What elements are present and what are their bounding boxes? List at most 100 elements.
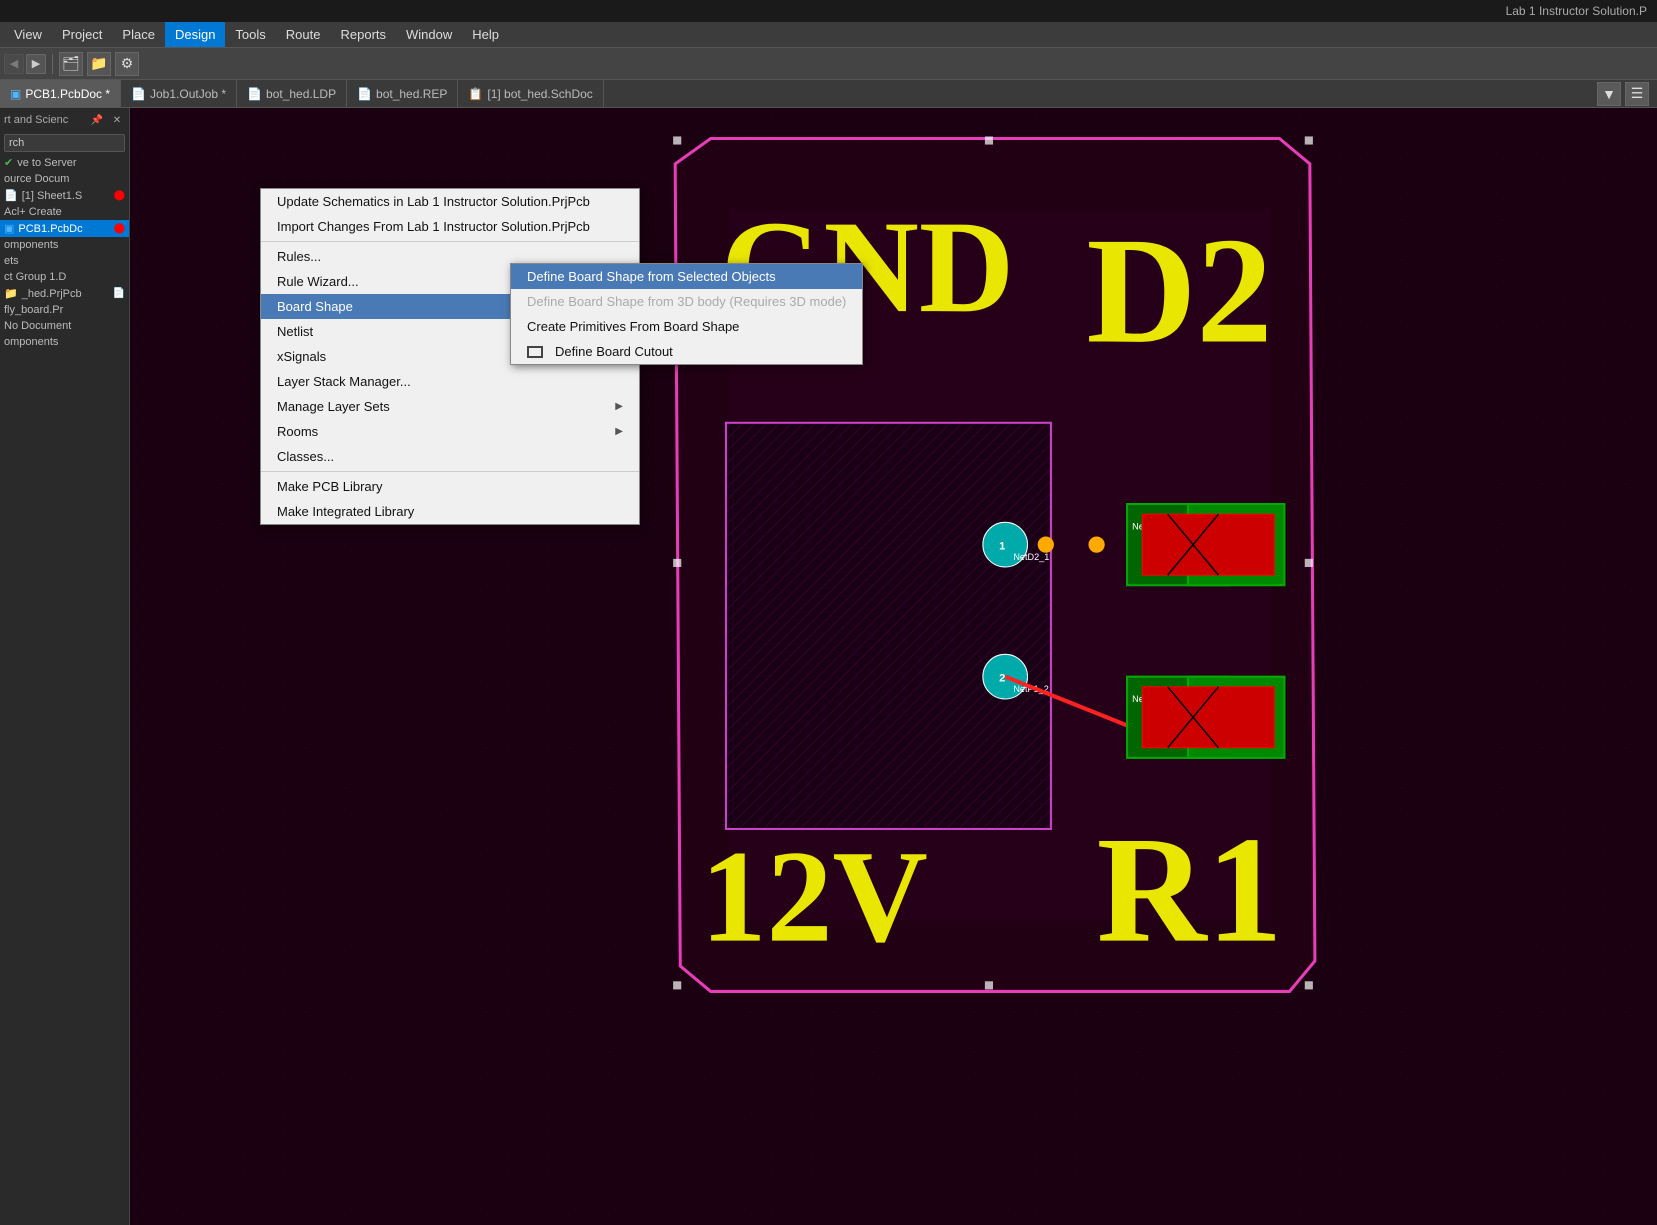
svg-text:NetD2_1: NetD2_1 — [1013, 552, 1049, 562]
source-doc-label: ource Docum — [4, 173, 69, 185]
import-changes-label: Import Changes From Lab 1 Instructor Sol… — [277, 219, 590, 234]
nav-arrows: ◀ ▶ — [4, 54, 46, 74]
submenu-define-from-selected[interactable]: Define Board Shape from Selected Objects — [511, 264, 862, 289]
no-doc-label: No Document — [4, 320, 71, 332]
menu-reports[interactable]: Reports — [330, 22, 396, 47]
group-label: ct Group 1.D — [4, 271, 66, 283]
job-icon: 📄 — [131, 87, 146, 101]
nets-label: ets — [4, 255, 19, 267]
title-bar: Lab 1 Instructor Solution.P — [0, 0, 1657, 22]
tab-schdoc-label: [1] bot_hed.SchDoc — [487, 87, 592, 101]
tab-pcb1-label: PCB1.PcbDoc * — [25, 87, 110, 101]
panel-item-hed-prjpcb[interactable]: 📁 _hed.PrjPcb 📄 — [0, 285, 129, 302]
panel-close[interactable]: ✕ — [109, 112, 125, 128]
flyboard-label: fly_board.Pr — [4, 304, 63, 316]
panel-item-components-2[interactable]: omponents — [0, 334, 129, 350]
menu-import-changes[interactable]: Import Changes From Lab 1 Instructor Sol… — [261, 214, 639, 239]
tab-rep[interactable]: 📄 bot_hed.REP — [347, 80, 458, 107]
menu-window[interactable]: Window — [396, 22, 462, 47]
settings-icon[interactable]: ⚙ — [115, 52, 139, 76]
svg-text:2: 2 — [999, 673, 1005, 685]
panel-item-nets[interactable]: ets — [0, 253, 129, 269]
ldp-icon: 📄 — [247, 87, 262, 101]
hed-prjpcb-label: _hed.PrjPcb — [22, 288, 82, 300]
tab-job1[interactable]: 📄 Job1.OutJob * — [121, 80, 237, 107]
nav-forward[interactable]: ▶ — [26, 54, 46, 74]
panel-item-flyboard[interactable]: fly_board.Pr — [0, 302, 129, 318]
panel-item-pcb1[interactable]: ▣ PCB1.PcbDc ⬤ — [0, 220, 129, 237]
menu-make-pcb-library[interactable]: Make PCB Library — [261, 474, 639, 499]
title-text: Lab 1 Instructor Solution.P — [1506, 4, 1647, 18]
panel-item-group[interactable]: ct Group 1.D — [0, 269, 129, 285]
svg-text:R1: R1 — [1097, 805, 1283, 974]
svg-text:D2: D2 — [1086, 206, 1272, 375]
nav-back[interactable]: ◀ — [4, 54, 24, 74]
tab-rep-label: bot_hed.REP — [376, 87, 447, 101]
menu-manage-layer-sets[interactable]: Manage Layer Sets ▶ — [261, 394, 639, 419]
sep-1 — [261, 241, 639, 242]
panel-pin[interactable]: 📌 — [89, 112, 105, 128]
filter-icon-2[interactable]: ☰ — [1625, 82, 1649, 106]
menu-layer-stack[interactable]: Layer Stack Manager... — [261, 369, 639, 394]
menu-update-schematics[interactable]: Update Schematics in Lab 1 Instructor So… — [261, 189, 639, 214]
menu-place[interactable]: Place — [112, 22, 165, 47]
panel-item-components[interactable]: omponents — [0, 237, 129, 253]
tab-schdoc[interactable]: 📋 [1] bot_hed.SchDoc — [458, 80, 603, 107]
pcb1-status: ⬤ — [114, 223, 125, 234]
pcb1-label: PCB1.PcbDc — [18, 223, 82, 235]
menu-design[interactable]: Design — [165, 22, 225, 47]
update-schematics-label: Update Schematics in Lab 1 Instructor So… — [277, 194, 590, 209]
search-input[interactable] — [4, 134, 125, 152]
menu-classes[interactable]: Classes... — [261, 444, 639, 469]
sheet1-label: [1] Sheet1.S — [22, 190, 83, 202]
menu-project[interactable]: Project — [52, 22, 112, 47]
rooms-arrow: ▶ — [615, 426, 623, 437]
tab-job1-label: Job1.OutJob * — [150, 87, 226, 101]
menu-bar: View Project Place Design Tools Route Re… — [0, 22, 1657, 48]
make-pcb-library-label: Make PCB Library — [277, 479, 382, 494]
open-icon[interactable]: 🗂 — [59, 52, 83, 76]
define-from-selected-label: Define Board Shape from Selected Objects — [527, 269, 776, 284]
menu-route[interactable]: Route — [276, 22, 331, 47]
manage-layer-sets-arrow: ▶ — [615, 401, 623, 412]
panel-item-sheet1[interactable]: 📄 [1] Sheet1.S ⬤ — [0, 187, 129, 204]
submenu-create-primitives[interactable]: Create Primitives From Board Shape — [511, 314, 862, 339]
board-shape-submenu: Define Board Shape from Selected Objects… — [510, 263, 863, 365]
board-shape-label: Board Shape — [277, 299, 353, 314]
sep-2 — [261, 471, 639, 472]
tab-bar: ▣ PCB1.PcbDoc * 📄 Job1.OutJob * 📄 bot_he… — [0, 80, 1657, 108]
submenu-define-cutout[interactable]: Define Board Cutout — [511, 339, 862, 364]
layer-stack-label: Layer Stack Manager... — [277, 374, 411, 389]
panel-item-no-doc[interactable]: No Document — [0, 318, 129, 334]
tab-pcb1[interactable]: ▣ PCB1.PcbDoc * — [0, 80, 121, 107]
classes-label: Classes... — [277, 449, 334, 464]
rules-label: Rules... — [277, 249, 321, 264]
make-integrated-label: Make Integrated Library — [277, 504, 414, 519]
main-area: rt and Scienc 📌 ✕ ✔ ve to Server ource D… — [0, 108, 1657, 1225]
menu-view[interactable]: View — [4, 22, 52, 47]
canvas-area: GND D2 P1 12V R1 1 NetD2_1 — [130, 108, 1657, 1225]
xsignals-label: xSignals — [277, 349, 326, 364]
folder-icon[interactable]: 📁 — [87, 52, 111, 76]
menu-make-integrated[interactable]: Make Integrated Library — [261, 499, 639, 524]
toolbar: ◀ ▶ 🗂 📁 ⚙ — [0, 48, 1657, 80]
rule-wizard-label: Rule Wizard... — [277, 274, 359, 289]
filter-icon[interactable]: ▼ — [1597, 82, 1621, 106]
submenu-define-from-3d: Define Board Shape from 3D body (Require… — [511, 289, 862, 314]
panel-title: rt and Scienc — [4, 114, 85, 126]
save-to-server-label: ve to Server — [17, 157, 76, 169]
svg-text:12V: 12V — [701, 823, 928, 970]
menu-rooms[interactable]: Rooms ▶ — [261, 419, 639, 444]
manage-layer-sets-label: Manage Layer Sets — [277, 399, 390, 414]
panel-item-source-doc[interactable]: ource Docum — [0, 171, 129, 187]
panel-item-save-to-server[interactable]: ✔ ve to Server — [0, 154, 129, 171]
menu-help[interactable]: Help — [462, 22, 509, 47]
svg-text:1: 1 — [999, 541, 1005, 553]
menu-tools[interactable]: Tools — [225, 22, 275, 47]
pcb-icon: ▣ — [10, 87, 21, 101]
sch-icon: 📋 — [468, 87, 483, 101]
tab-ldp[interactable]: 📄 bot_hed.LDP — [237, 80, 347, 107]
tab-ldp-label: bot_hed.LDP — [266, 87, 336, 101]
panel-item-acl-create[interactable]: Acl+ Create — [0, 204, 129, 220]
components2-label: omponents — [4, 336, 58, 348]
